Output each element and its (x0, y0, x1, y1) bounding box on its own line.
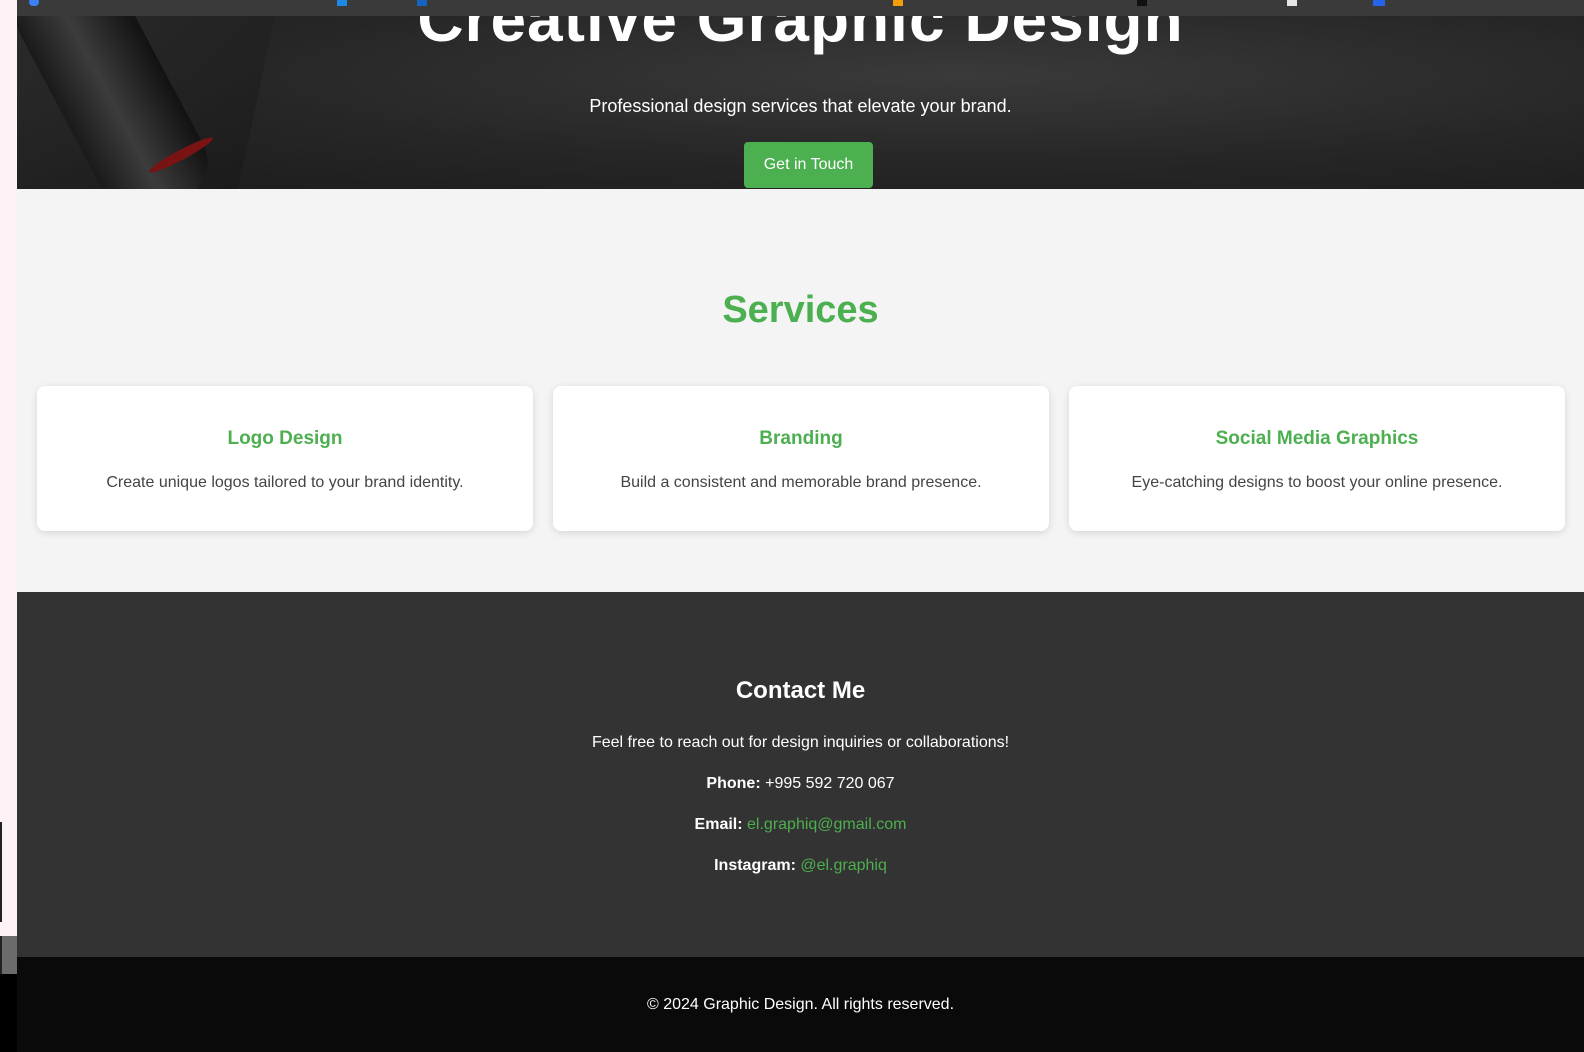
services-title: Services (722, 289, 879, 331)
services-section: Services Logo Design Create unique logos… (17, 189, 1584, 592)
bookmark-icon[interactable] (1373, 0, 1385, 6)
hero-subtitle: Professional design services that elevat… (589, 96, 1012, 116)
service-card-logo-design: Logo Design Create unique logos tailored… (37, 386, 533, 531)
email-link[interactable]: el.graphiq@gmail.com (747, 816, 906, 833)
service-card-social-media-graphics: Social Media Graphics Eye-catching desig… (1069, 386, 1565, 531)
service-card-title: Social Media Graphics (1215, 428, 1419, 449)
get-in-touch-button[interactable]: Get in Touch (744, 142, 873, 188)
web-page: Creative Graphic Design Professional des… (17, 0, 1584, 1052)
bookmark-icon[interactable] (893, 0, 903, 6)
phone-value: +995 592 720 067 (765, 775, 895, 792)
instagram-link[interactable]: @el.graphiq (800, 857, 887, 874)
service-card-description: Build a consistent and memorable brand p… (620, 474, 982, 491)
service-card-description: Create unique logos tailored to your bra… (106, 474, 464, 491)
copyright-text: © 2024 Graphic Design. All rights reserv… (646, 996, 955, 1013)
phone-label: Phone: (706, 775, 761, 792)
contact-section: Contact Me Feel free to reach out for de… (17, 592, 1584, 957)
bookmark-icon[interactable] (417, 0, 427, 6)
bookmark-icon[interactable] (29, 0, 39, 6)
bookmarks-bar (17, 0, 1584, 16)
service-card-branding: Branding Build a consistent and memorabl… (553, 386, 1049, 531)
window-left-edge (0, 0, 17, 1052)
edge-divider (0, 822, 2, 922)
instagram-label: Instagram: (714, 857, 796, 874)
contact-instagram: Instagram: @el.graphiq (17, 857, 1584, 875)
contact-phone: Phone: +995 592 720 067 (17, 775, 1584, 793)
contact-email: Email: el.graphiq@gmail.com (17, 816, 1584, 834)
service-card-description: Eye-catching designs to boost your onlin… (1131, 474, 1503, 491)
edge-dark-block (0, 974, 17, 1052)
page-footer: © 2024 Graphic Design. All rights reserv… (17, 957, 1584, 1052)
bookmark-icon[interactable] (1137, 0, 1147, 6)
email-label: Email: (694, 816, 743, 833)
hero-section: Creative Graphic Design Professional des… (17, 0, 1584, 189)
contact-title: Contact Me (735, 677, 866, 704)
bookmark-icon[interactable] (337, 0, 347, 6)
bookmark-icon[interactable] (1287, 0, 1297, 6)
edge-scroll-handle[interactable] (0, 936, 17, 974)
service-card-title: Logo Design (227, 428, 343, 449)
contact-intro: Feel free to reach out for design inquir… (591, 734, 1010, 751)
service-card-title: Branding (759, 428, 843, 449)
